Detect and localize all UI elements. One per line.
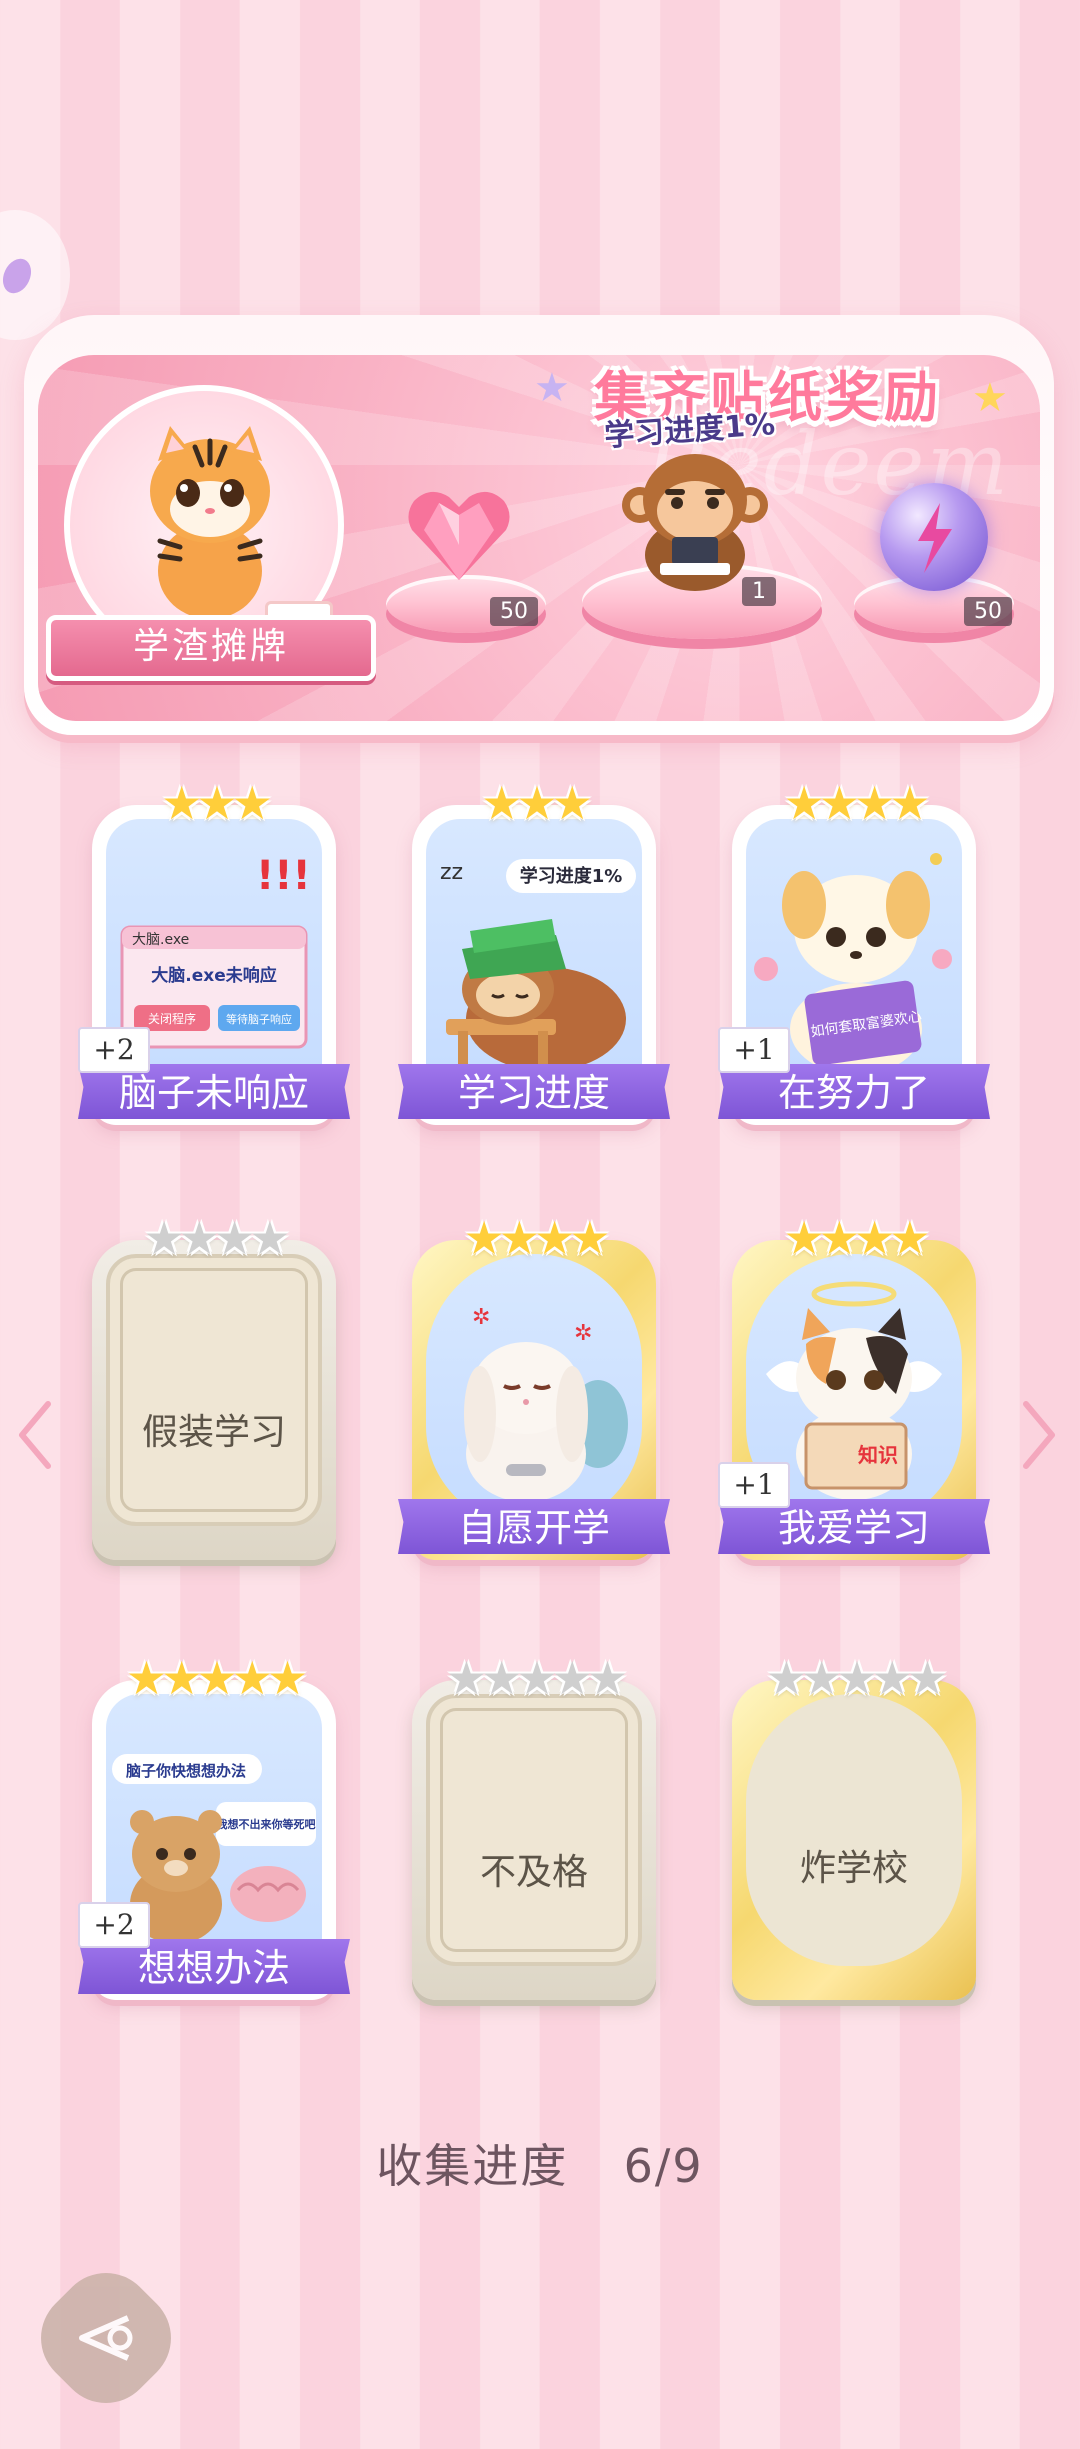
reward-banner[interactable]: Redeem ★ ★ 集齐贴纸奖励 59分 学渣摊牌 50 学 [24,315,1054,735]
brain-wait-button: 等待脑子响应 [226,1012,292,1026]
sloth-studying-illustration: zz 学习进度1% [440,859,636,1077]
reward-count: 50 [490,597,538,626]
card-stars: ★★★★★ [765,1651,948,1705]
card-name: 不及格 [479,1852,588,1893]
card-name: 自愿开学 [398,1498,670,1554]
study-progress-note: 学习进度1% [520,865,623,887]
card-bonus: +2 [78,1027,150,1073]
card-art: 假装学习 [106,1254,322,1526]
lightning-orb-icon[interactable] [880,483,988,591]
card-stars: ★★★★★ [445,1651,628,1705]
sticker-card[interactable]: 如何套取富婆欢心 ★★★★ +1 在努力了 [718,775,990,1135]
zz-text: zz [440,860,463,885]
sticker-card[interactable]: 脑子你快想想办法 我想不出来你等死吧 ★★★★★ +2 想想办法 [78,1650,350,2010]
sticker-card-locked[interactable]: 炸学校 ★★★★★ [724,1650,984,2010]
bunny-illustration: ✲ ✲ [464,1305,628,1502]
heart-gem-icon[interactable] [404,485,514,585]
star-icon: ★ [972,375,1008,421]
collection-progress-label: 收集进度 [376,2139,569,2193]
card-name: 炸学校 [799,1848,908,1889]
card-name: 假装学习 [141,1412,286,1453]
sticker-card[interactable]: 知识 ★★★★ +1 我爱学习 [718,1210,990,1570]
brain-window-title: 大脑.exe [132,932,189,948]
card-art: ✲ ✲ [426,1254,642,1526]
card-art: zz 学习进度1% [426,819,642,1091]
sticker-card-locked[interactable]: 假装学习 ★★★★ [84,1210,344,1570]
collection-progress: 收集进度 6/9 [0,2130,1080,2196]
card-stars: ★★★ [481,776,593,830]
tiger-sticker-icon [150,426,270,619]
card-art: 炸学校 [746,1694,962,1966]
card-stars: ★★★★★ [125,1651,308,1705]
next-page-arrow-icon[interactable] [1022,1400,1058,1470]
sticker-card[interactable]: !!! 大脑.exe 大脑.exe未响应 关闭程序 等待脑子响应 ★★★ +2 … [78,775,350,1135]
corner-decoration [0,210,70,340]
card-stars: ★★★★ [143,1211,291,1265]
back-arrow-icon [79,2315,133,2361]
card-art: 不及格 [426,1694,642,1966]
svg-text:!!!: !!! [256,853,311,899]
card-stars: ★★★★ [783,1211,931,1265]
sticker-card-locked[interactable]: 不及格 ★★★★★ [404,1650,664,2010]
think-bubble-2: 我想不出来你等死吧 [217,1817,316,1831]
brain-window-msg: 大脑.exe未响应 [151,965,276,986]
svg-text:✲: ✲ [472,1305,490,1330]
card-name: 学习进度 [398,1063,670,1119]
think-bubble-1: 脑子你快想想办法 [126,1762,246,1780]
sticker-card[interactable]: zz 学习进度1% ★★★ 学习进度 [398,775,670,1135]
card-stars: ★★★★ [463,1211,611,1265]
card-stars: ★★★ [161,776,273,830]
card-bonus: +1 [718,1462,790,1508]
badge-ribbon: 学渣摊牌 [46,615,376,681]
prev-page-arrow-icon[interactable] [16,1400,52,1470]
svg-text:✲: ✲ [574,1321,592,1346]
card-bonus: +2 [78,1902,150,1948]
brain-close-button: 关闭程序 [148,1011,196,1026]
knowledge-book-label: 知识 [858,1443,898,1467]
reward-count: 50 [964,597,1012,626]
monkey-sticker[interactable] [620,445,770,595]
collection-progress-value: 6/9 [623,2139,704,2193]
reward-count: 1 [742,577,776,606]
back-button[interactable] [21,2253,191,2423]
card-bonus: +1 [718,1027,790,1073]
star-icon: ★ [534,365,570,411]
card-stars: ★★★★ [783,776,931,830]
sticker-card[interactable]: ✲ ✲ ★★★★ 自愿开学 [398,1210,670,1570]
